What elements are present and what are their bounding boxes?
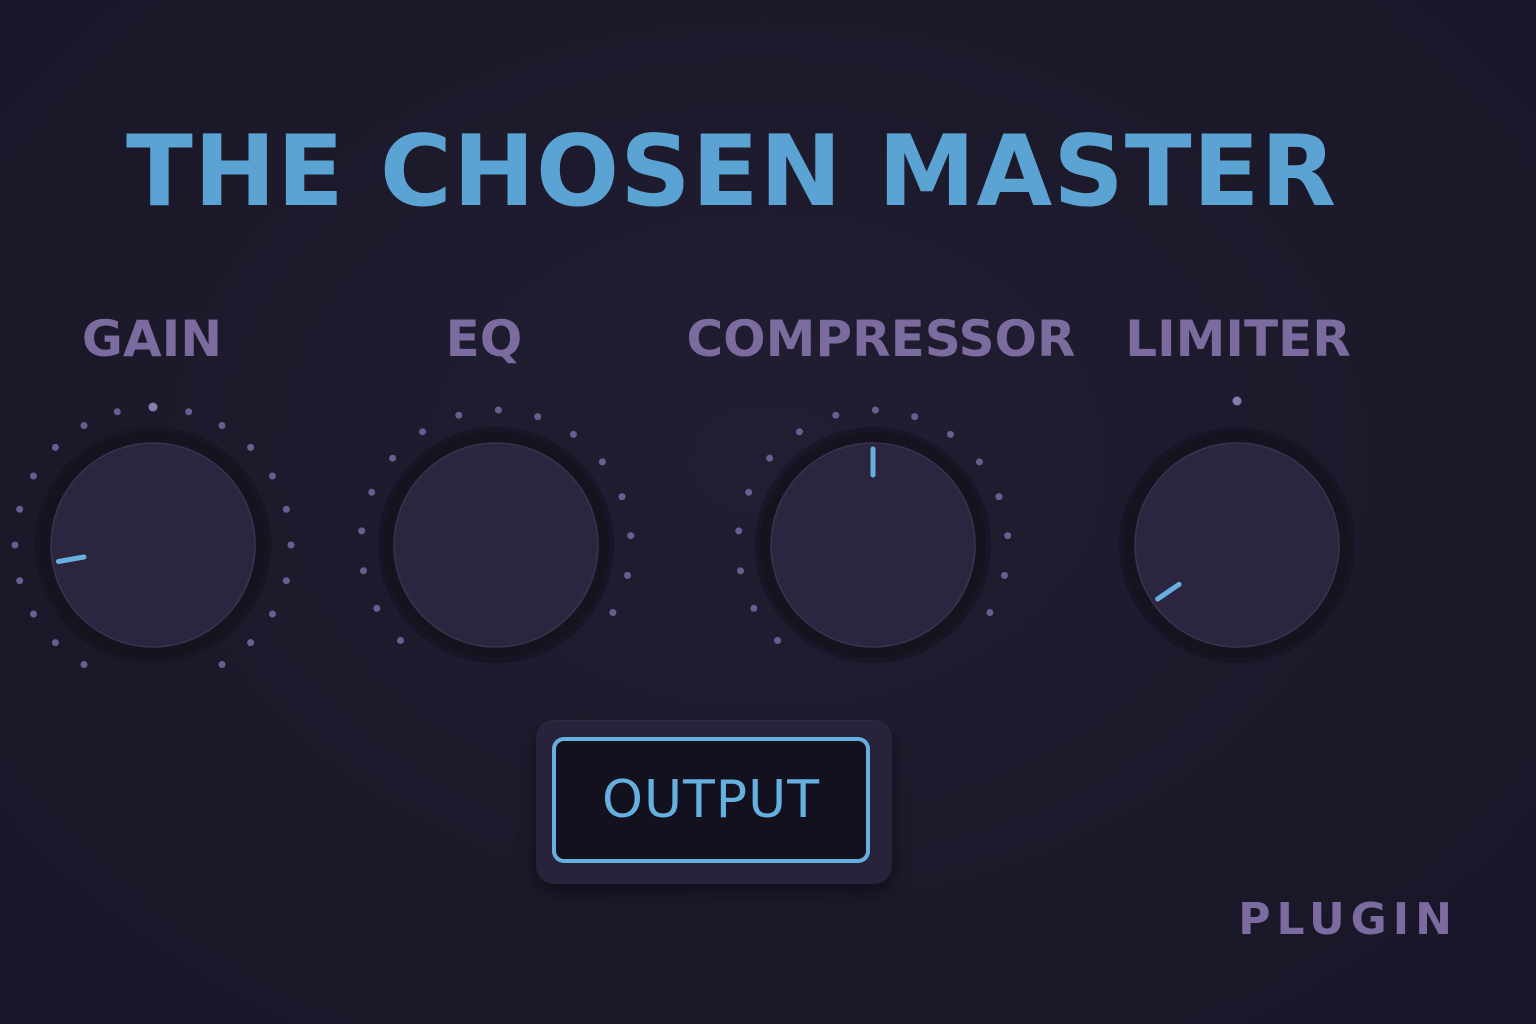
output-button[interactable]: OUTPUT bbox=[552, 737, 870, 863]
compressor-knob-unit bbox=[723, 395, 1023, 695]
scale-dot bbox=[995, 493, 1003, 501]
scale-dot bbox=[745, 488, 753, 496]
scale-dot bbox=[946, 430, 954, 438]
limiter-knob-face bbox=[1134, 442, 1340, 648]
scale-dot bbox=[774, 637, 781, 644]
scale-dot bbox=[618, 493, 626, 501]
scale-dot bbox=[627, 532, 635, 540]
scale-dot bbox=[397, 637, 404, 644]
scale-dot bbox=[11, 541, 19, 549]
eq-knob[interactable] bbox=[346, 395, 646, 695]
scale-dot bbox=[287, 541, 295, 549]
scale-dot bbox=[534, 413, 542, 421]
scale-dot bbox=[624, 571, 631, 579]
scale-dot bbox=[218, 661, 226, 668]
scale-dot bbox=[975, 458, 983, 466]
scale-dot bbox=[766, 454, 774, 462]
scale-dot bbox=[80, 422, 88, 429]
plugin-window: THE CHOSEN MASTER GAIN EQ COMPRESSOR LIM… bbox=[0, 0, 1536, 1024]
scale-dot bbox=[796, 428, 803, 436]
scale-dot bbox=[1001, 571, 1008, 579]
scale-dot bbox=[569, 430, 577, 438]
scale-dot bbox=[737, 567, 744, 575]
eq-knob-face bbox=[393, 442, 599, 648]
scale-dot bbox=[750, 604, 758, 612]
scale-dot bbox=[389, 454, 397, 462]
scale-dot bbox=[30, 610, 37, 618]
scale-dot bbox=[247, 443, 255, 451]
compressor-knob[interactable] bbox=[723, 395, 1023, 695]
scale-dot bbox=[51, 443, 59, 451]
scale-dot bbox=[16, 577, 24, 585]
scale-dot bbox=[832, 411, 840, 419]
eq-knob-unit bbox=[346, 395, 646, 695]
limiter-knob[interactable] bbox=[1087, 395, 1387, 695]
gain-knob-face bbox=[50, 442, 256, 648]
scale-dot bbox=[598, 458, 606, 466]
scale-dot bbox=[269, 472, 276, 480]
scale-dot bbox=[368, 488, 376, 496]
scale-dot bbox=[282, 577, 290, 585]
scale-dot bbox=[986, 609, 994, 616]
scale-dot bbox=[360, 567, 367, 575]
scale-dot bbox=[419, 428, 426, 436]
scale-dot bbox=[282, 505, 290, 513]
scale-dot bbox=[911, 413, 919, 421]
scale-dot bbox=[113, 408, 121, 416]
scale-dot bbox=[455, 411, 463, 419]
limiter-scale-ticks bbox=[1232, 396, 1242, 406]
brand-label: PLUGIN bbox=[1238, 894, 1458, 945]
scale-dot bbox=[358, 527, 366, 535]
scale-dot bbox=[871, 406, 879, 414]
scale-dot bbox=[247, 639, 255, 647]
scale-dot bbox=[218, 422, 226, 429]
scale-dot bbox=[148, 402, 158, 412]
plugin-title: THE CHOSEN MASTER bbox=[126, 115, 1338, 229]
limiter-knob-unit bbox=[1087, 395, 1387, 695]
gain-knob-unit bbox=[3, 395, 303, 695]
compressor-label: COMPRESSOR bbox=[686, 310, 1076, 368]
scale-dot bbox=[16, 505, 24, 513]
scale-dot bbox=[51, 639, 59, 647]
scale-dot bbox=[269, 610, 276, 618]
scale-dot bbox=[373, 604, 381, 612]
scale-dot bbox=[735, 527, 743, 535]
scale-dot bbox=[1004, 532, 1012, 540]
limiter-label: LIMITER bbox=[1125, 310, 1351, 368]
scale-dot bbox=[494, 406, 502, 414]
gain-knob[interactable] bbox=[3, 395, 303, 695]
scale-dot bbox=[30, 472, 37, 480]
scale-dot bbox=[609, 609, 617, 616]
scale-dot bbox=[1232, 396, 1242, 406]
scale-dot bbox=[80, 661, 88, 668]
scale-dot bbox=[185, 408, 193, 416]
eq-label: EQ bbox=[445, 310, 523, 368]
